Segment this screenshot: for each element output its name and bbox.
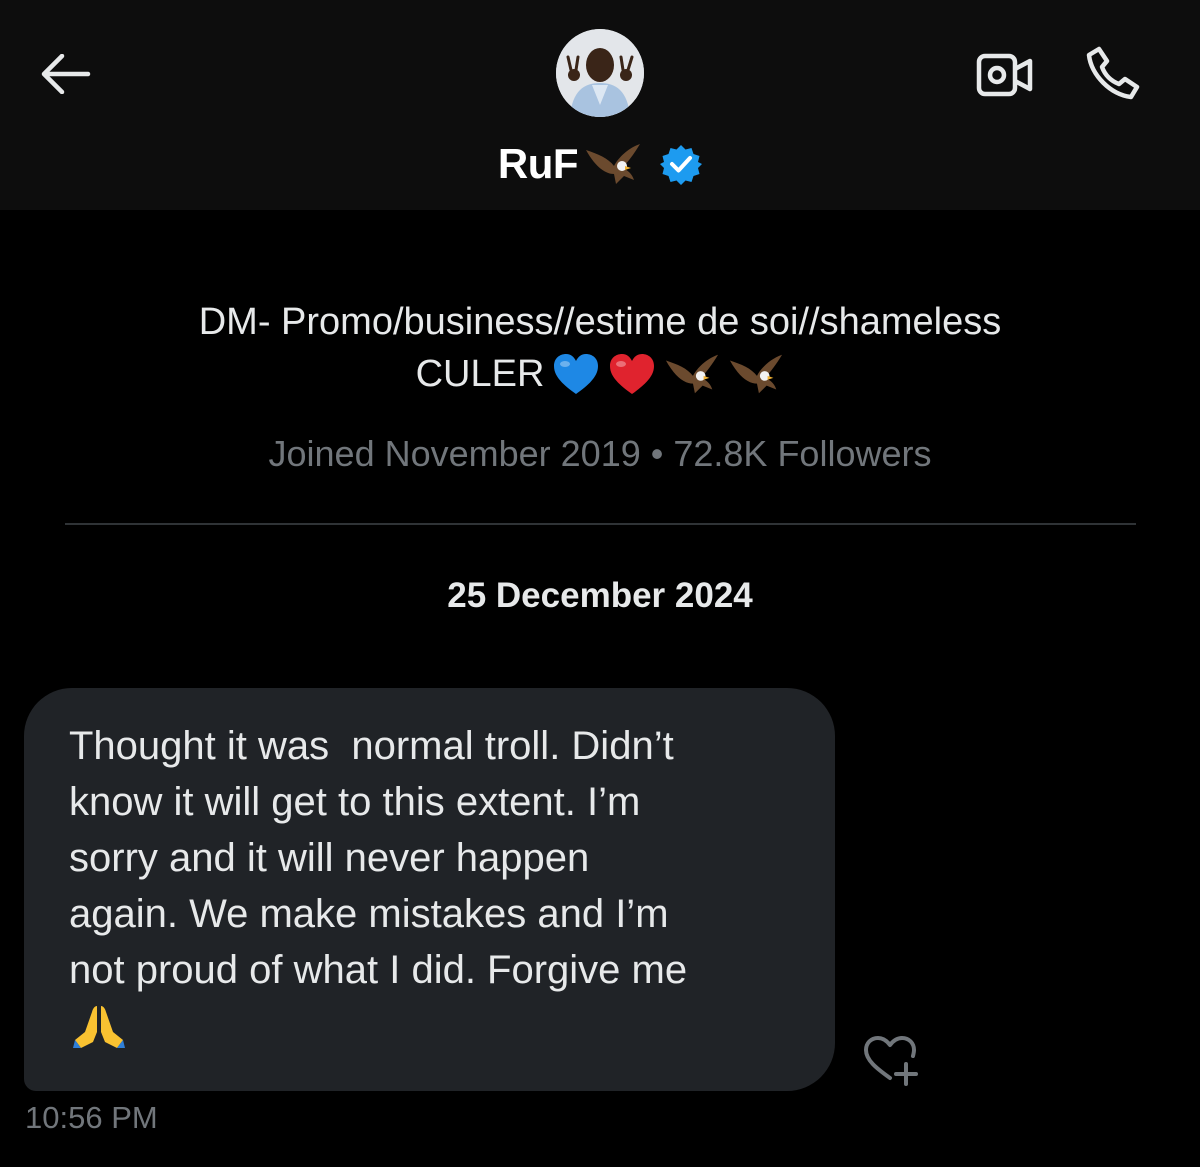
bio-line-1: DM- Promo/business//estime de soi//shame… xyxy=(198,301,1002,343)
blue-heart-emoji-icon xyxy=(554,354,599,394)
profile-title-row: RuF xyxy=(0,136,1200,192)
message-bubble[interactable]: Thought it was normal troll. Didn’t know… xyxy=(24,688,835,1091)
divider xyxy=(65,523,1136,525)
verified-badge-icon xyxy=(660,145,703,185)
conversation-header: RuF xyxy=(0,0,1200,210)
avatar-photo xyxy=(556,29,644,117)
red-heart-emoji-icon xyxy=(610,354,655,394)
bio-line-2-row: CULER xyxy=(416,348,785,400)
eagle-emoji-icon xyxy=(666,354,719,394)
phone-icon xyxy=(1086,46,1140,100)
bio-line-2: CULER xyxy=(415,353,545,395)
display-name[interactable]: RuF xyxy=(498,140,579,188)
date-separator: 25 December 2024 xyxy=(447,576,753,615)
profile-bio: DM- Promo/business//estime de soi//shame… xyxy=(60,296,1140,400)
avatar[interactable] xyxy=(556,29,644,117)
folded-hands-emoji-icon xyxy=(73,1006,125,1048)
add-reaction-button[interactable] xyxy=(858,1032,924,1088)
arrow-left-icon xyxy=(41,54,91,94)
profile-meta: Joined November 2019 • 72.8K Followers xyxy=(268,433,932,474)
back-button[interactable] xyxy=(36,48,96,100)
video-camera-icon xyxy=(976,53,1033,97)
heart-plus-icon xyxy=(864,1036,918,1086)
message-timestamp: 10:56 PM xyxy=(25,1100,158,1135)
message-text: Thought it was normal troll. Didn’t know… xyxy=(69,724,688,992)
eagle-emoji-icon xyxy=(586,144,641,184)
call-button[interactable] xyxy=(1080,42,1146,104)
video-call-button[interactable] xyxy=(970,48,1040,102)
eagle-emoji-icon xyxy=(730,354,783,394)
